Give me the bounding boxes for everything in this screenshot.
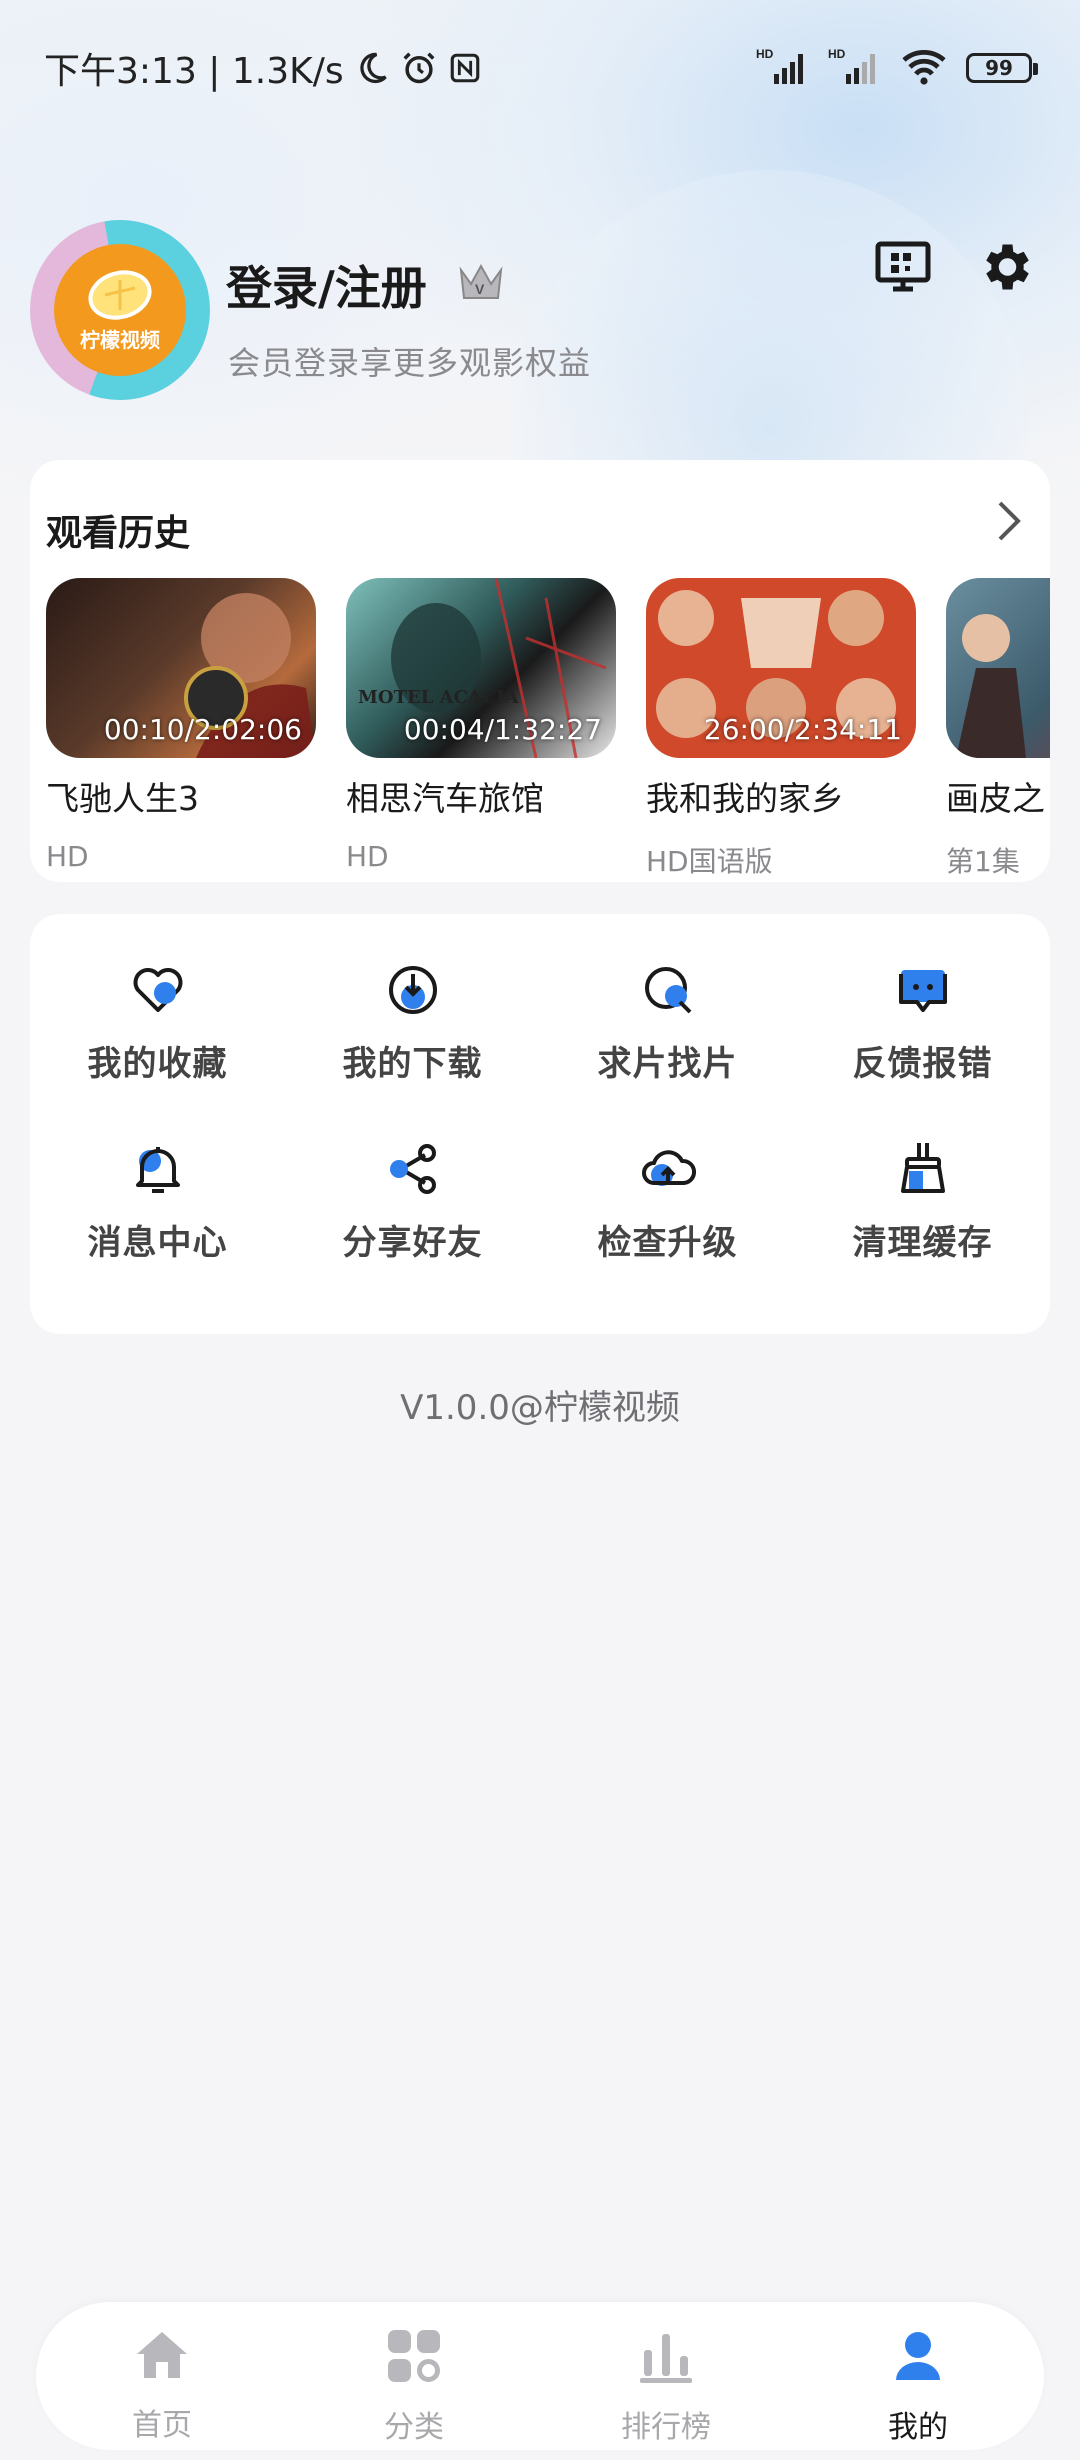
category-icon bbox=[386, 2328, 442, 2388]
svg-text:HD: HD bbox=[828, 47, 846, 61]
broom-icon bbox=[893, 1139, 953, 1199]
history-list: 00:10/2:02:06 飞驰人生3 HD MOTEL ACACIA 00:0… bbox=[46, 578, 1050, 880]
login-subtitle: 会员登录享更多观影权益 bbox=[228, 344, 592, 382]
status-left: 下午3:13 | 1.3K/s bbox=[44, 44, 482, 92]
battery-level: 99 bbox=[985, 56, 1013, 80]
menu-item-request[interactable]: 求片找片 bbox=[540, 960, 795, 1085]
svg-text:V: V bbox=[475, 281, 485, 297]
status-time-speed: 下午3:13 | 1.3K/s bbox=[44, 51, 344, 92]
version-text: V1.0.0@柠檬视频 bbox=[400, 1388, 680, 1428]
nav-item-home[interactable]: 首页 bbox=[62, 2302, 262, 2450]
history-title: 相思汽车旅馆 bbox=[346, 779, 544, 818]
history-title: 我和我的家乡 bbox=[646, 779, 844, 818]
moon-icon bbox=[354, 50, 390, 86]
login-register-link[interactable]: 登录/注册 bbox=[226, 252, 427, 318]
bottom-navigation: 首页 分类 排行榜 我的 bbox=[36, 2302, 1044, 2450]
share-icon bbox=[383, 1139, 443, 1199]
menu-label: 我的下载 bbox=[342, 1044, 483, 1084]
search-icon bbox=[638, 960, 698, 1020]
history-item[interactable]: 26:00/2:34:11 我和我的家乡 HD国语版 bbox=[646, 578, 916, 880]
history-progress: 00:04/1:32:27 bbox=[403, 713, 602, 746]
menu-label: 反馈报错 bbox=[852, 1044, 993, 1084]
nav-item-category[interactable]: 分类 bbox=[314, 2302, 514, 2450]
history-thumbnail: 00:10/2:02:06 bbox=[46, 578, 316, 758]
chart-icon bbox=[638, 2328, 694, 2388]
download-icon bbox=[383, 960, 443, 1020]
settings-button[interactable] bbox=[972, 236, 1038, 302]
history-item[interactable]: MOTEL ACACIA 00:04/1:32:27 相思汽车旅馆 HD bbox=[346, 578, 616, 880]
nav-label: 首页 bbox=[132, 2408, 192, 2443]
menu-label: 消息中心 bbox=[87, 1223, 228, 1263]
history-item[interactable]: 0 画皮之 第1集 bbox=[946, 578, 1050, 880]
user-icon bbox=[890, 2328, 946, 2388]
bell-icon bbox=[128, 1139, 188, 1199]
cloud-upload-icon bbox=[638, 1139, 698, 1199]
history-title: 飞驰人生3 bbox=[46, 779, 199, 818]
heart-icon bbox=[128, 960, 188, 1020]
feedback-icon bbox=[893, 960, 953, 1020]
menu-item-favorites[interactable]: 我的收藏 bbox=[30, 960, 285, 1085]
nav-label: 我的 bbox=[888, 2410, 948, 2445]
watch-history-title: 观看历史 bbox=[46, 513, 191, 554]
avatar-text: 柠檬视频 bbox=[80, 327, 160, 352]
menu-label: 我的收藏 bbox=[87, 1044, 228, 1084]
history-more-button[interactable] bbox=[984, 498, 1034, 548]
menu-item-feedback[interactable]: 反馈报错 bbox=[795, 960, 1050, 1085]
menu-label: 求片找片 bbox=[597, 1044, 738, 1084]
screen-cast-button[interactable] bbox=[870, 236, 936, 302]
history-quality: HD bbox=[346, 840, 389, 873]
menu-item-clear-cache[interactable]: 清理缓存 bbox=[795, 1139, 1050, 1264]
nav-label: 排行榜 bbox=[621, 2410, 711, 2445]
nfc-icon bbox=[448, 51, 482, 85]
menu-item-share[interactable]: 分享好友 bbox=[285, 1139, 540, 1264]
history-thumbnail: 0 bbox=[946, 578, 1050, 758]
watch-history-card: 观看历史 00:10/2:02:06 飞驰人生3 HD MOTEL ACACIA… bbox=[30, 460, 1050, 882]
signal-icon-2: HD bbox=[828, 46, 882, 90]
gear-icon bbox=[975, 237, 1035, 301]
menu-label: 检查升级 bbox=[597, 1223, 738, 1263]
history-progress: 26:00/2:34:11 bbox=[703, 713, 902, 746]
history-quality: HD bbox=[46, 840, 89, 873]
menu-item-messages[interactable]: 消息中心 bbox=[30, 1139, 285, 1264]
function-menu-card: 我的收藏 我的下载 求片找片 反馈报错 消息中心 分享好友 检查升级 清理缓存 bbox=[30, 914, 1050, 1334]
svg-text:MOTEL ACACIA: MOTEL ACACIA bbox=[358, 687, 520, 708]
avatar[interactable]: 柠檬视频 bbox=[30, 220, 210, 400]
poster-art bbox=[956, 614, 1026, 758]
menu-item-update[interactable]: 检查升级 bbox=[540, 1139, 795, 1264]
crown-icon: V bbox=[458, 262, 504, 306]
home-icon bbox=[133, 2328, 191, 2386]
nav-label: 分类 bbox=[384, 2410, 444, 2445]
history-item[interactable]: 00:10/2:02:06 飞驰人生3 HD bbox=[46, 578, 316, 880]
history-quality: HD国语版 bbox=[646, 845, 773, 878]
lemon-icon bbox=[88, 269, 152, 320]
chevron-right-icon bbox=[994, 499, 1024, 547]
avatar-logo: 柠檬视频 bbox=[54, 244, 186, 376]
history-thumbnail: MOTEL ACACIA 00:04/1:32:27 bbox=[346, 578, 616, 758]
history-quality: 第1集 bbox=[946, 845, 1020, 878]
menu-item-downloads[interactable]: 我的下载 bbox=[285, 960, 540, 1085]
menu-label: 清理缓存 bbox=[852, 1223, 993, 1263]
signal-icon: HD bbox=[756, 46, 810, 90]
status-right: HD HD 99 bbox=[756, 44, 1038, 92]
nav-item-ranking[interactable]: 排行榜 bbox=[566, 2302, 766, 2450]
alarm-icon bbox=[400, 49, 438, 87]
svg-text:HD: HD bbox=[756, 47, 774, 61]
screen-cast-icon bbox=[875, 241, 931, 297]
history-title: 画皮之 bbox=[946, 779, 1045, 818]
function-menu-grid: 我的收藏 我的下载 求片找片 反馈报错 消息中心 分享好友 检查升级 清理缓存 bbox=[30, 960, 1050, 1264]
wifi-icon bbox=[900, 46, 948, 90]
status-bar: 下午3:13 | 1.3K/s HD HD 99 bbox=[0, 0, 1080, 134]
history-thumbnail: 26:00/2:34:11 bbox=[646, 578, 916, 758]
battery-icon: 99 bbox=[966, 53, 1038, 83]
menu-label: 分享好友 bbox=[342, 1223, 483, 1263]
history-progress: 00:10/2:02:06 bbox=[103, 713, 302, 746]
nav-item-mine[interactable]: 我的 bbox=[818, 2302, 1018, 2450]
